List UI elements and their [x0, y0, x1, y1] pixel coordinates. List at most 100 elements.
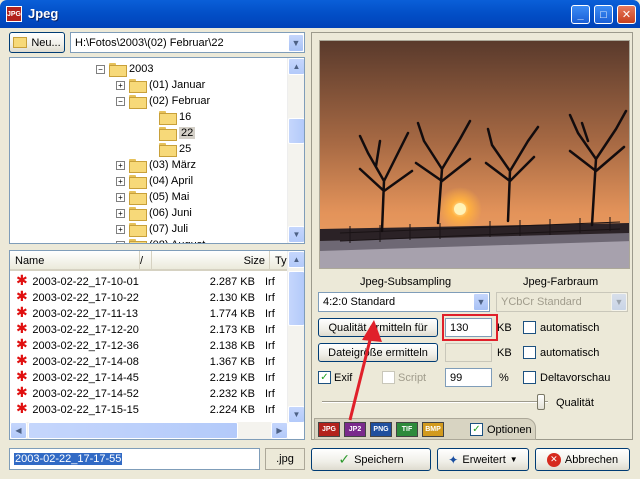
folder-icon: [129, 159, 147, 173]
auto-quality-checkbox[interactable]: [523, 321, 536, 334]
expand-icon[interactable]: +: [116, 224, 125, 234]
file-size: 2.138 KB: [209, 339, 255, 352]
maximize-button[interactable]: □: [594, 5, 613, 24]
column-size[interactable]: Size: [152, 251, 270, 271]
table-row[interactable]: 2003-02-22_17-10-01 2.287 KB Irf: [10, 272, 288, 290]
title-bar[interactable]: [0, 0, 640, 28]
scroll-up-icon[interactable]: ▲: [288, 58, 304, 75]
collapse-icon[interactable]: −: [96, 64, 105, 74]
file-name: 2003-02-22_17-11-13: [32, 307, 139, 320]
column-type[interactable]: Ty: [270, 251, 288, 271]
table-row[interactable]: 2003-02-22_17-14-52 2.232 KB Irf: [10, 384, 288, 402]
table-row[interactable]: 2003-02-22_17-10-22 2.130 KB Irf: [10, 288, 288, 306]
file-type: Irf: [264, 307, 275, 320]
table-row[interactable]: 2003-02-22_17-12-20 2.173 KB Irf: [10, 320, 288, 338]
expand-icon[interactable]: +: [116, 160, 125, 170]
file-size: 2.219 KB: [209, 371, 255, 384]
tree-item[interactable]: 22: [146, 125, 196, 141]
sort-indicator: /: [140, 251, 152, 271]
tree-item[interactable]: + (07) Juli: [116, 221, 188, 237]
chevron-down-icon[interactable]: ▼: [473, 293, 489, 311]
path-combo[interactable]: H:\Fotos\2003\(02) Februar\22 ▼: [70, 32, 305, 53]
filename-input[interactable]: 2003-02-22_17-17-55: [9, 448, 260, 470]
new-folder-button[interactable]: Neu...: [9, 32, 65, 53]
file-name: 2003-02-22_17-14-52: [32, 387, 139, 400]
file-name: 2003-02-22_17-10-22: [32, 291, 139, 304]
collapse-icon[interactable]: −: [116, 96, 125, 106]
color-space-select[interactable]: YCbCr Standard ▼: [496, 292, 628, 312]
tree-item[interactable]: + (01) Januar: [116, 77, 205, 93]
tree-item[interactable]: + (05) Mai: [116, 189, 189, 205]
file-hscroll-thumb[interactable]: [28, 422, 238, 439]
file-scroll-thumb[interactable]: [288, 271, 304, 326]
file-list-scrollbar[interactable]: ▲ ▼: [287, 251, 304, 423]
quality-percent-input[interactable]: 99: [445, 368, 492, 387]
file-list-hscrollbar[interactable]: ◀ ▶: [10, 422, 288, 439]
expand-icon[interactable]: +: [116, 176, 125, 186]
auto-filesize-label: automatisch: [540, 347, 600, 359]
path-value: H:\Fotos\2003\(02) Februar\22: [75, 36, 224, 49]
scroll-right-icon[interactable]: ▶: [271, 422, 288, 439]
folder-icon: [129, 95, 147, 109]
chevron-down-icon[interactable]: ▼: [288, 33, 304, 52]
tree-item-label: (01) Januar: [149, 79, 206, 91]
tree-item[interactable]: 25: [146, 141, 191, 157]
format-tab-bmp[interactable]: BMP: [422, 422, 444, 437]
file-size: 2.130 KB: [209, 291, 255, 304]
expand-icon[interactable]: +: [116, 240, 125, 243]
options-label: Optionen: [487, 424, 532, 436]
folder-icon: [129, 175, 147, 189]
file-type: Irf: [264, 403, 275, 416]
delta-preview-label: Deltavorschau: [540, 372, 611, 384]
delta-preview-checkbox[interactable]: [523, 371, 536, 384]
scroll-down-icon[interactable]: ▼: [288, 406, 304, 423]
scroll-down-icon[interactable]: ▼: [288, 226, 304, 243]
tree-scrollbar[interactable]: ▲ ▼: [287, 58, 304, 243]
tree-item[interactable]: − (02) Februar: [116, 93, 210, 109]
tree-item[interactable]: − 2003: [96, 61, 153, 77]
tree-item-label: (08) August: [149, 239, 205, 243]
file-list[interactable]: Name / Size Ty 2003-02-22_17-10-01 2.287 …: [9, 250, 305, 440]
filesize-input[interactable]: [445, 343, 492, 362]
auto-filesize-checkbox[interactable]: [523, 346, 536, 359]
tree-item[interactable]: 16: [146, 109, 191, 125]
tree-item[interactable]: + (04) April: [116, 173, 193, 189]
file-type: Irf: [264, 275, 275, 288]
quality-slider-thumb[interactable]: [537, 394, 546, 410]
save-button[interactable]: ✓ Speichern: [311, 448, 431, 471]
table-row[interactable]: 2003-02-22_17-12-36 2.138 KB Irf: [10, 336, 288, 354]
table-row[interactable]: 2003-02-22_17-14-45 2.219 KB Irf: [10, 368, 288, 386]
new-folder-icon: [13, 37, 28, 48]
image-file-icon: [16, 320, 29, 337]
scroll-left-icon[interactable]: ◀: [10, 422, 27, 439]
new-folder-label: Neu...: [31, 36, 61, 49]
tree-item-label: (04) April: [149, 175, 194, 187]
minimize-button[interactable]: _: [571, 5, 590, 24]
options-checkbox[interactable]: ✓: [470, 423, 483, 436]
tree-scroll-thumb[interactable]: [288, 118, 304, 144]
tree-item-label: 2003: [129, 63, 154, 75]
cancel-button[interactable]: ✕ Abbrechen: [535, 448, 630, 471]
subsampling-select[interactable]: 4:2:0 Standard ▼: [318, 292, 490, 312]
expand-icon[interactable]: +: [116, 192, 125, 202]
advanced-button[interactable]: ✦ Erweitert ▼: [437, 448, 529, 471]
expand-icon[interactable]: +: [116, 208, 125, 218]
tree-item[interactable]: + (06) Juni: [116, 205, 192, 221]
table-row[interactable]: 2003-02-22_17-14-08 1.367 KB Irf: [10, 352, 288, 370]
column-name[interactable]: Name: [10, 251, 140, 271]
file-size: 2.287 KB: [209, 275, 255, 288]
tree-item[interactable]: + (08) August: [116, 237, 205, 243]
file-type: Irf: [264, 339, 275, 352]
file-type: Irf: [264, 387, 275, 400]
close-button[interactable]: ✕: [617, 5, 636, 24]
table-row[interactable]: 2003-02-22_17-15-15 2.224 KB Irf: [10, 400, 288, 418]
auto-quality-label: automatisch: [540, 322, 600, 334]
chevron-down-icon[interactable]: ▼: [611, 293, 627, 311]
tree-item-label: (02) Februar: [149, 95, 211, 107]
window-title: Jpeg: [28, 6, 59, 21]
scroll-up-icon[interactable]: ▲: [288, 251, 304, 268]
folder-tree[interactable]: − 2003 + (01) Januar − (02) Februar 16 22 25 + (03…: [9, 57, 305, 244]
expand-icon[interactable]: +: [116, 80, 125, 90]
tree-item[interactable]: + (03) März: [116, 157, 196, 173]
table-row[interactable]: 2003-02-22_17-11-13 1.774 KB Irf: [10, 304, 288, 322]
